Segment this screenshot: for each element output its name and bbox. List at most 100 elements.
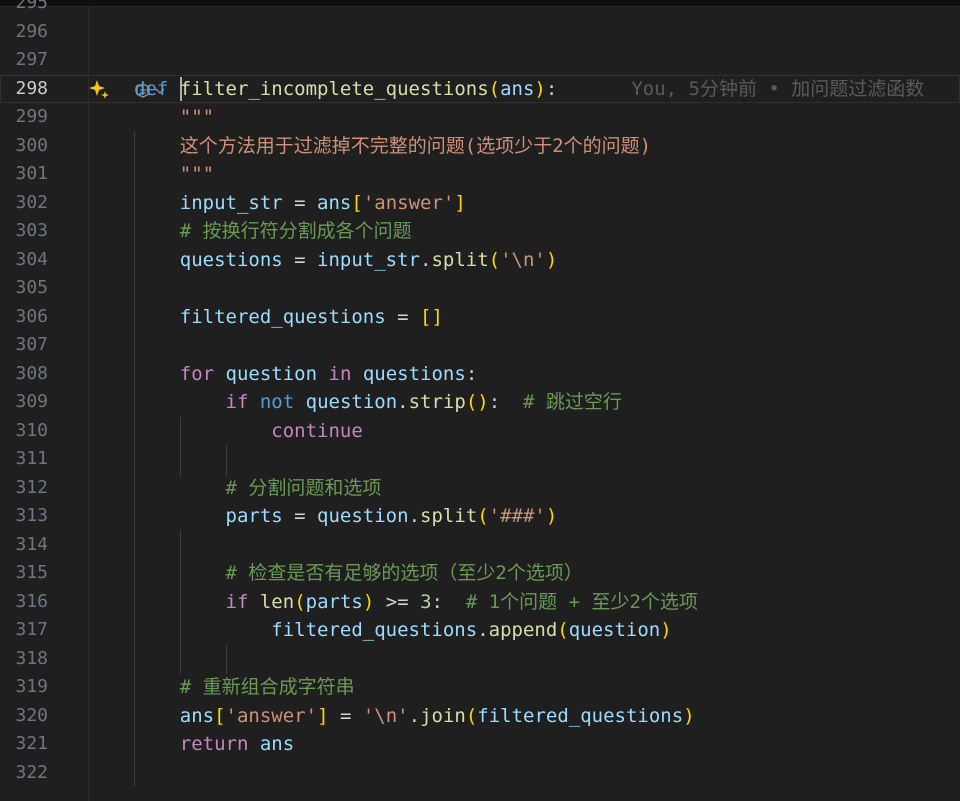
line-number: 308 — [15, 362, 48, 384]
code-line[interactable]: 312 # 分割问题和选项 — [0, 474, 960, 502]
line-number: 306 — [15, 305, 48, 327]
code-line[interactable]: 309 if not question.strip(): # 跳过空行 — [0, 388, 960, 416]
code-text: filtered_questions.append(question) — [134, 619, 671, 641]
code-line[interactable]: 306 filtered_questions = [] — [0, 303, 960, 331]
code-editor[interactable]: 295 296 297 298 def filter_incomplete_questi… — [0, 0, 960, 801]
code-token: join — [420, 704, 466, 727]
code-text: # 检查是否有足够的选项（至少2个选项） — [134, 563, 583, 583]
code-token: """ — [179, 163, 215, 185]
line-number: 314 — [15, 533, 48, 555]
code-line[interactable]: 299 """ — [0, 103, 960, 131]
line-number: 303 — [15, 220, 48, 241]
code-token: . — [408, 505, 421, 527]
code-token: questions — [362, 362, 466, 385]
code-token: ans — [179, 704, 215, 727]
code-line[interactable]: 302 input_str = ans['answer'] — [0, 189, 960, 217]
code-token: ( — [477, 505, 489, 527]
code-token: : — [545, 77, 558, 100]
git-blame-annotation[interactable]: You, 5分钟前 • 加问题过滤函数 — [631, 78, 924, 100]
code-token: ) — [683, 704, 695, 727]
code-token: ans — [500, 77, 535, 100]
line-number: 316 — [15, 590, 48, 612]
code-token: parts — [225, 505, 283, 527]
code-line[interactable]: 321 return ans — [0, 730, 960, 758]
code-token: '###' — [488, 505, 546, 527]
code-token: = — [282, 505, 318, 527]
code-token: [ — [214, 704, 226, 727]
code-line[interactable]: 304 questions = input_str.split('\n') — [0, 246, 960, 274]
code-line[interactable]: 316 if len(parts) >= 3: # 1个问题 + 至少2个选项 — [0, 588, 960, 616]
code-token: # 重新组合成字符串 — [179, 676, 355, 698]
line-number: 302 — [15, 191, 48, 213]
code-line[interactable]: 310 continue — [0, 417, 960, 445]
code-line[interactable]: 317 filtered_questions.append(question) — [0, 616, 960, 644]
sparkle-icon[interactable] — [88, 78, 110, 100]
code-line[interactable]: 320 ans['answer'] = '\n'.join(filtered_q… — [0, 702, 960, 730]
code-line[interactable]: 311 — [0, 445, 960, 473]
code-text: ans['answer'] = '\n'.join(filtered_quest… — [134, 706, 695, 726]
code-token: return — [179, 733, 249, 755]
line-number: 311 — [15, 448, 48, 469]
line-number: 317 — [15, 619, 48, 640]
code-line[interactable]: 301 """ — [0, 160, 960, 188]
line-number: 312 — [15, 476, 48, 498]
code-token: not — [259, 391, 295, 413]
code-token: questions — [179, 248, 283, 271]
code-line[interactable]: 322 — [0, 759, 960, 787]
code-token: [] — [420, 305, 443, 328]
line-number: 319 — [15, 676, 48, 697]
code-line[interactable]: 295 — [0, 0, 960, 17]
line-number: 301 — [15, 163, 48, 184]
code-token: [ — [351, 191, 363, 214]
code-token: parts — [305, 590, 363, 613]
code-text: """ — [134, 107, 214, 127]
line-number: 318 — [15, 647, 48, 669]
code-line[interactable]: 318 — [0, 645, 960, 673]
code-text: """ — [134, 164, 214, 184]
code-line[interactable]: 305 — [0, 274, 960, 302]
code-line[interactable]: 308 for question in questions: — [0, 360, 960, 388]
line-number: 300 — [15, 134, 48, 156]
code-token: . — [477, 619, 489, 641]
code-line[interactable]: 297 — [0, 46, 960, 74]
code-line[interactable]: 307 — [0, 331, 960, 359]
code-line[interactable]: 296 — [0, 18, 960, 46]
code-line[interactable]: 300 这个方法用于过滤掉不完整的问题(选项少于2个的问题) — [0, 132, 960, 160]
line-number: 305 — [15, 277, 48, 298]
code-token: 'answer' — [362, 191, 455, 214]
code-line[interactable]: 298 def filter_incomplete_questions(ans):… — [0, 74, 960, 103]
line-number: 295 — [15, 0, 48, 13]
code-text: def filter_incomplete_questions(ans): You… — [134, 79, 924, 99]
code-token: ans — [259, 733, 295, 755]
code-token: 3 — [420, 590, 432, 613]
code-text: for question in questions: — [134, 362, 478, 385]
code-line[interactable]: 314 — [0, 531, 960, 559]
line-number: 299 — [15, 106, 48, 127]
code-text: if not question.strip(): # 跳过空行 — [134, 392, 622, 412]
code-text: input_str = ans['answer'] — [134, 193, 466, 213]
code-line[interactable]: 303 # 按换行符分割成各个问题 — [0, 217, 960, 245]
code-token: in — [328, 362, 352, 385]
code-line[interactable]: 315 # 检查是否有足够的选项（至少2个选项） — [0, 559, 960, 587]
code-token: = — [328, 704, 363, 727]
code-token: ) — [545, 248, 558, 271]
code-token: ( — [488, 77, 501, 100]
code-line[interactable]: 319 # 重新组合成字符串 — [0, 673, 960, 701]
code-line[interactable]: 313 parts = question.split('###') — [0, 502, 960, 530]
code-token: ans — [317, 191, 352, 214]
code-token: 'answer' — [225, 704, 318, 727]
code-token: question — [317, 505, 409, 527]
